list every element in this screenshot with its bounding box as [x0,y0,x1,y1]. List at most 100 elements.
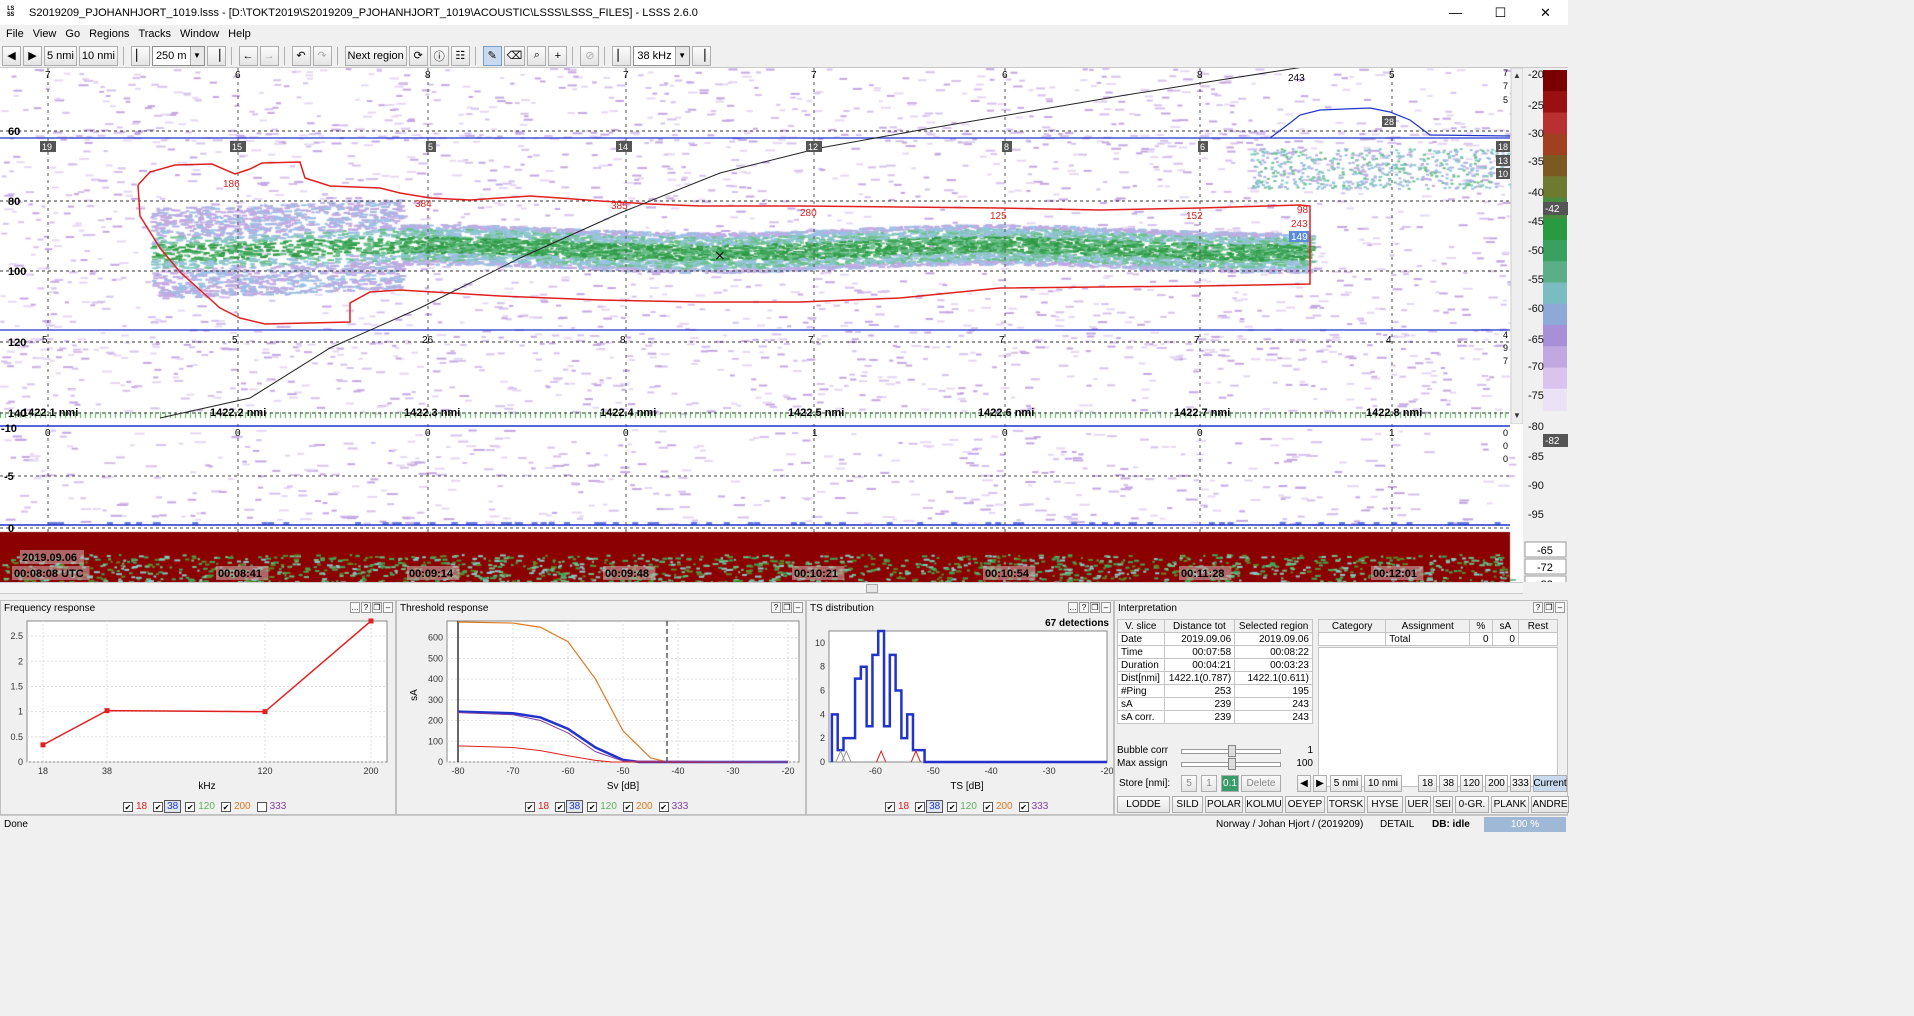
bubble-corr-slider[interactable] [1181,745,1281,757]
next-icon[interactable]: ▶ [1313,775,1327,792]
freq-button-200[interactable]: 200 [1485,775,1508,792]
table-row[interactable]: Total 0 0 [1317,632,1559,646]
minimize-icon[interactable]: – [1101,602,1111,613]
species-button-andre[interactable]: ANDRE [1531,796,1569,813]
restore-icon[interactable]: ❐ [1544,602,1554,613]
help-icon[interactable]: ? [1079,602,1089,613]
layout-icon[interactable]: ☷ [450,45,470,66]
minimize-button[interactable]: — [1433,0,1478,25]
echogram-main[interactable]: × 60 80 100 120 140 1422.1 nmi 1422.2 nmi 1422.3… [0,68,1523,424]
species-button-torsk[interactable]: TORSK [1327,796,1365,813]
nmi5-button[interactable]: 5 nmi [44,45,77,66]
legend-checkbox-120[interactable]: ✔ [947,801,958,812]
column-header[interactable]: Rest [1517,619,1559,633]
close-button[interactable]: ✕ [1523,0,1568,25]
sync-icon[interactable]: ⊘ [580,45,600,66]
menu-view[interactable]: View [33,28,57,40]
species-button-kolmu[interactable]: KOLMU [1245,796,1283,813]
store-1-button[interactable]: 1 [1201,775,1217,792]
prev-button[interactable]: ◀ [2,45,21,66]
legend-checkbox-38[interactable]: ✔ [153,801,164,812]
refresh-icon[interactable]: ⟳ [408,45,428,66]
frequency-select[interactable]: 38 kHz ▼ [633,45,690,66]
legend-checkbox-120[interactable]: ✔ [587,801,598,812]
category-table[interactable]: Category Assignment% sA Rest Total 0 0 [1317,619,1559,646]
nav-10nmi-button[interactable]: 10 nmi [1364,775,1402,792]
store-01-button[interactable]: 0.1 [1221,775,1239,792]
restore-icon[interactable]: ❐ [782,602,792,613]
help-icon[interactable]: ? [361,602,371,613]
species-button-0-gr.[interactable]: 0-GR. [1455,796,1489,813]
scroll-thumb[interactable] [866,584,878,593]
legend-checkbox-200[interactable]: ✔ [622,801,633,812]
species-button-sild[interactable]: SILD [1172,796,1203,813]
back-button[interactable]: ← [238,45,258,66]
legend-checkbox-200[interactable]: ✔ [220,801,231,812]
legend-checkbox-120[interactable]: ✔ [185,801,196,812]
eraser-icon[interactable]: ⌫ [503,45,526,66]
species-button-polar[interactable]: POLAR [1205,796,1243,813]
color-scale[interactable]: -20 -25 -30 -35 -40 -45 -50 -55 -60 -65 -70 -75 -80-… [1523,68,1568,592]
freq-right-button[interactable]: ▕ [691,45,711,66]
legend-checkbox-200[interactable]: ✔ [982,801,993,812]
menu-go[interactable]: Go [65,28,80,40]
max-assign-slider[interactable] [1181,758,1281,770]
species-button-hyse[interactable]: HYSE [1367,796,1403,813]
legend-checkbox-333[interactable] [256,801,267,812]
horizontal-scrollbar[interactable] [0,582,1523,594]
next-region-button[interactable]: Next region [344,45,407,66]
menu-tracks[interactable]: Tracks [138,28,171,40]
species-button-plank[interactable]: PLANK [1491,796,1529,813]
column-header[interactable]: sA [1491,619,1519,633]
nmi10-button[interactable]: 10 nmi [78,45,118,66]
nav-5nmi-button[interactable]: 5 nmi [1330,775,1362,792]
undo-button[interactable]: ↶ [291,45,311,66]
menu-icon[interactable]: … [350,602,360,613]
menu-regions[interactable]: Regions [89,28,129,40]
legend-checkbox-18[interactable]: ✔ [885,801,895,812]
plus-icon[interactable]: + [548,45,568,66]
legend-checkbox-333[interactable]: ✔ [1018,801,1029,812]
category-list[interactable] [1318,647,1558,787]
legend-checkbox-333[interactable]: ✔ [658,801,669,812]
forward-button[interactable]: → [259,45,279,66]
legend-checkbox-38[interactable]: ✔ [555,801,566,812]
freq-left-button[interactable]: ▏ [612,45,632,66]
minimize-icon[interactable]: – [383,602,393,613]
redo-button[interactable]: ↷ [312,45,332,66]
info-icon[interactable]: ⓘ [429,45,449,66]
range-left-button[interactable]: ▏ [130,45,150,66]
freq-button-120[interactable]: 120 [1460,775,1483,792]
maximize-button[interactable]: ☐ [1478,0,1523,25]
next-button[interactable]: ▶ [23,45,42,66]
pencil-icon[interactable]: ✎ [482,45,502,66]
range-right-button[interactable]: ▕ [206,45,226,66]
menu-window[interactable]: Window [180,28,219,40]
legend-checkbox-18[interactable]: ✔ [123,801,133,812]
current-button[interactable]: Current [1533,775,1567,792]
species-button-lodde[interactable]: LODDE [1117,796,1170,813]
column-header[interactable]: Category [1317,619,1387,633]
help-icon[interactable]: ? [1533,602,1543,613]
legend-checkbox-38[interactable]: ✔ [915,801,926,812]
restore-icon[interactable]: ❐ [1090,602,1100,613]
column-header[interactable]: % [1469,619,1493,633]
store-5-button[interactable]: 5 [1181,775,1197,792]
menu-help[interactable]: Help [228,28,251,40]
minimize-icon[interactable]: – [793,602,803,613]
menu-file[interactable]: File [6,28,24,40]
freq-button-38[interactable]: 38 [1439,775,1458,792]
species-button-oeyep[interactable]: OEYEP [1285,796,1325,813]
column-header[interactable]: Assignment [1385,619,1471,633]
freq-button-333[interactable]: 333 [1510,775,1531,792]
species-button-uer[interactable]: UER [1405,796,1431,813]
delete-button[interactable]: Delete [1241,775,1281,792]
legend-checkbox-18[interactable]: ✔ [525,801,535,812]
freq-button-18[interactable]: 18 [1418,775,1437,792]
restore-icon[interactable]: ❐ [372,602,382,613]
help-icon[interactable]: ? [771,602,781,613]
zoom-icon[interactable]: ⌕ [527,45,547,66]
prev-icon[interactable]: ◀ [1297,775,1311,792]
echogram-bottom[interactable]: -10 -5 0 0 0 0 0 1 0 0 1 2019.09.06 00:08:08 UTC 00:0… [0,424,1523,582]
menu-icon[interactable]: … [1068,602,1078,613]
